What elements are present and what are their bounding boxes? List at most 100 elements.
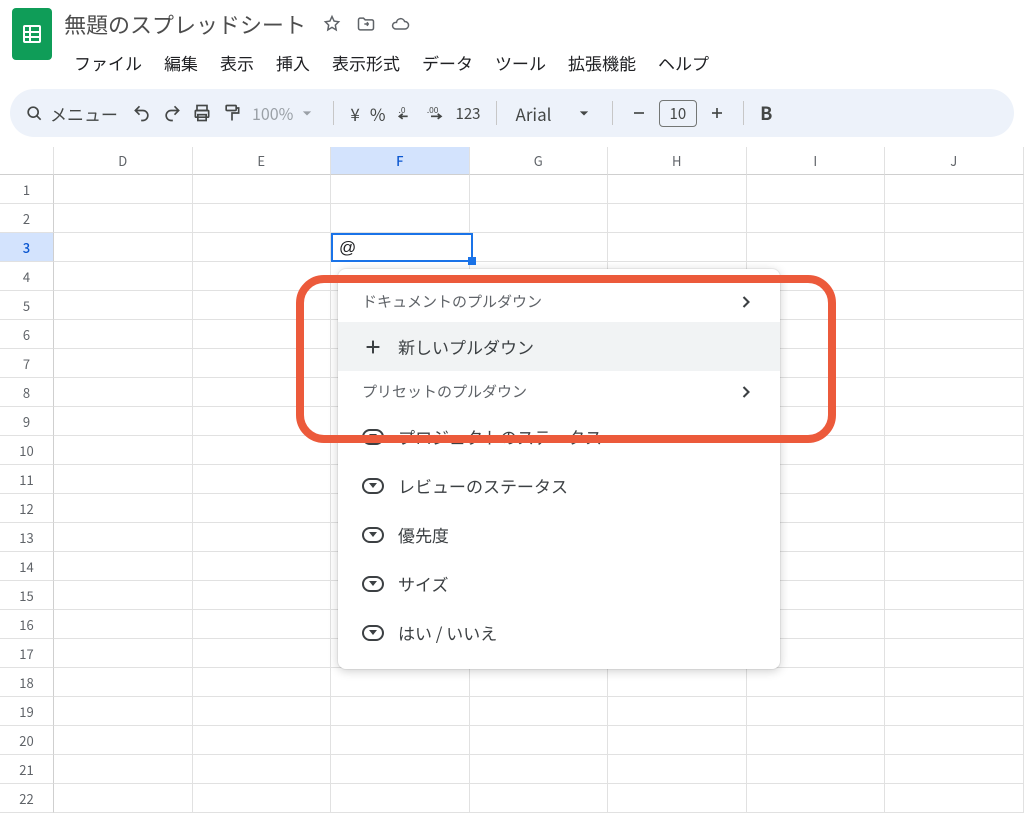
cell[interactable]: [470, 233, 609, 262]
cell[interactable]: [54, 378, 193, 407]
cell[interactable]: [193, 552, 332, 581]
cell[interactable]: [54, 262, 193, 291]
cell[interactable]: [885, 465, 1024, 494]
number-format-button[interactable]: 123: [456, 103, 481, 124]
cell[interactable]: [193, 523, 332, 552]
col-header-J[interactable]: J: [885, 147, 1024, 175]
cell[interactable]: [54, 552, 193, 581]
cloud-status-icon[interactable]: [390, 14, 410, 34]
menu-help[interactable]: ヘルプ: [648, 46, 719, 79]
cell[interactable]: [54, 610, 193, 639]
cell[interactable]: [470, 175, 609, 204]
cell[interactable]: [885, 233, 1024, 262]
cell[interactable]: [54, 465, 193, 494]
cell[interactable]: [331, 697, 470, 726]
cell[interactable]: [54, 349, 193, 378]
cell[interactable]: [193, 784, 332, 813]
cell[interactable]: [885, 668, 1024, 697]
col-header-G[interactable]: G: [470, 147, 609, 175]
cell[interactable]: [193, 755, 332, 784]
menu-file[interactable]: ファイル: [64, 46, 152, 79]
row-header-15[interactable]: 15: [0, 581, 54, 610]
cell[interactable]: [193, 378, 332, 407]
cell[interactable]: [885, 262, 1024, 291]
row-header-17[interactable]: 17: [0, 639, 54, 668]
cell[interactable]: [608, 175, 747, 204]
row-header-4[interactable]: 4: [0, 262, 54, 291]
menu-insert[interactable]: 挿入: [266, 46, 320, 79]
font-select[interactable]: Arial: [513, 101, 595, 126]
cell[interactable]: [193, 233, 332, 262]
decrease-decimal-icon[interactable]: .0: [396, 103, 416, 123]
popup-section-document-dropdown[interactable]: ドキュメントのプルダウン: [338, 281, 780, 322]
row-header-22[interactable]: 22: [0, 784, 54, 813]
row-header-14[interactable]: 14: [0, 552, 54, 581]
cell[interactable]: [193, 494, 332, 523]
increase-font-icon[interactable]: [707, 103, 727, 123]
popup-preset-item[interactable]: レビューのステータス: [338, 461, 780, 510]
redo-icon[interactable]: [162, 103, 182, 123]
cell[interactable]: [331, 668, 470, 697]
cell[interactable]: [193, 639, 332, 668]
menu-edit[interactable]: 編集: [154, 46, 208, 79]
cell[interactable]: [54, 668, 193, 697]
cell[interactable]: [608, 755, 747, 784]
row-header-21[interactable]: 21: [0, 755, 54, 784]
cell[interactable]: [608, 697, 747, 726]
cell[interactable]: [54, 407, 193, 436]
sheets-logo-icon[interactable]: [12, 8, 52, 60]
cell[interactable]: [193, 320, 332, 349]
cell[interactable]: [747, 668, 886, 697]
active-cell[interactable]: @: [331, 233, 473, 262]
menu-search[interactable]: メニュー: [24, 101, 122, 126]
row-header-20[interactable]: 20: [0, 726, 54, 755]
cell[interactable]: [193, 726, 332, 755]
cell[interactable]: [54, 581, 193, 610]
row-header-18[interactable]: 18: [0, 668, 54, 697]
cell[interactable]: [54, 697, 193, 726]
increase-decimal-icon[interactable]: .00: [426, 103, 446, 123]
star-icon[interactable]: [322, 14, 342, 34]
cell[interactable]: [608, 784, 747, 813]
cell[interactable]: [54, 639, 193, 668]
cell[interactable]: [54, 233, 193, 262]
row-header-6[interactable]: 6: [0, 320, 54, 349]
bold-button[interactable]: B: [760, 100, 772, 126]
cell[interactable]: [193, 349, 332, 378]
cell[interactable]: [193, 436, 332, 465]
cell[interactable]: [885, 378, 1024, 407]
cell[interactable]: [747, 204, 886, 233]
cell[interactable]: [331, 204, 470, 233]
row-header-9[interactable]: 9: [0, 407, 54, 436]
cell[interactable]: [193, 175, 332, 204]
spreadsheet-grid[interactable]: DEFGHIJ 12345678910111213141516171819202…: [0, 147, 1024, 813]
cell[interactable]: [193, 697, 332, 726]
document-title[interactable]: 無題のスプレッドシート: [64, 8, 306, 40]
cell[interactable]: [885, 784, 1024, 813]
row-header-11[interactable]: 11: [0, 465, 54, 494]
cell[interactable]: [54, 175, 193, 204]
row-header-3[interactable]: 3: [0, 233, 54, 262]
cell[interactable]: [331, 784, 470, 813]
row-header-12[interactable]: 12: [0, 494, 54, 523]
cell[interactable]: [885, 175, 1024, 204]
font-size-input[interactable]: 10: [659, 100, 698, 127]
row-header-10[interactable]: 10: [0, 436, 54, 465]
cell[interactable]: [54, 436, 193, 465]
row-header-5[interactable]: 5: [0, 291, 54, 320]
cell[interactable]: [885, 494, 1024, 523]
popup-item-new-dropdown[interactable]: 新しいプルダウン: [338, 322, 780, 371]
popup-preset-item[interactable]: プロジェクトのステータス: [338, 412, 780, 461]
cell[interactable]: [54, 204, 193, 233]
cell[interactable]: [885, 291, 1024, 320]
cell[interactable]: [470, 204, 609, 233]
cell[interactable]: [193, 465, 332, 494]
cell[interactable]: [885, 639, 1024, 668]
cell[interactable]: [747, 697, 886, 726]
cell[interactable]: [885, 726, 1024, 755]
cell[interactable]: [193, 204, 332, 233]
menu-tools[interactable]: ツール: [485, 46, 556, 79]
cell[interactable]: [885, 610, 1024, 639]
paint-format-icon[interactable]: [222, 103, 242, 123]
cell[interactable]: [470, 755, 609, 784]
